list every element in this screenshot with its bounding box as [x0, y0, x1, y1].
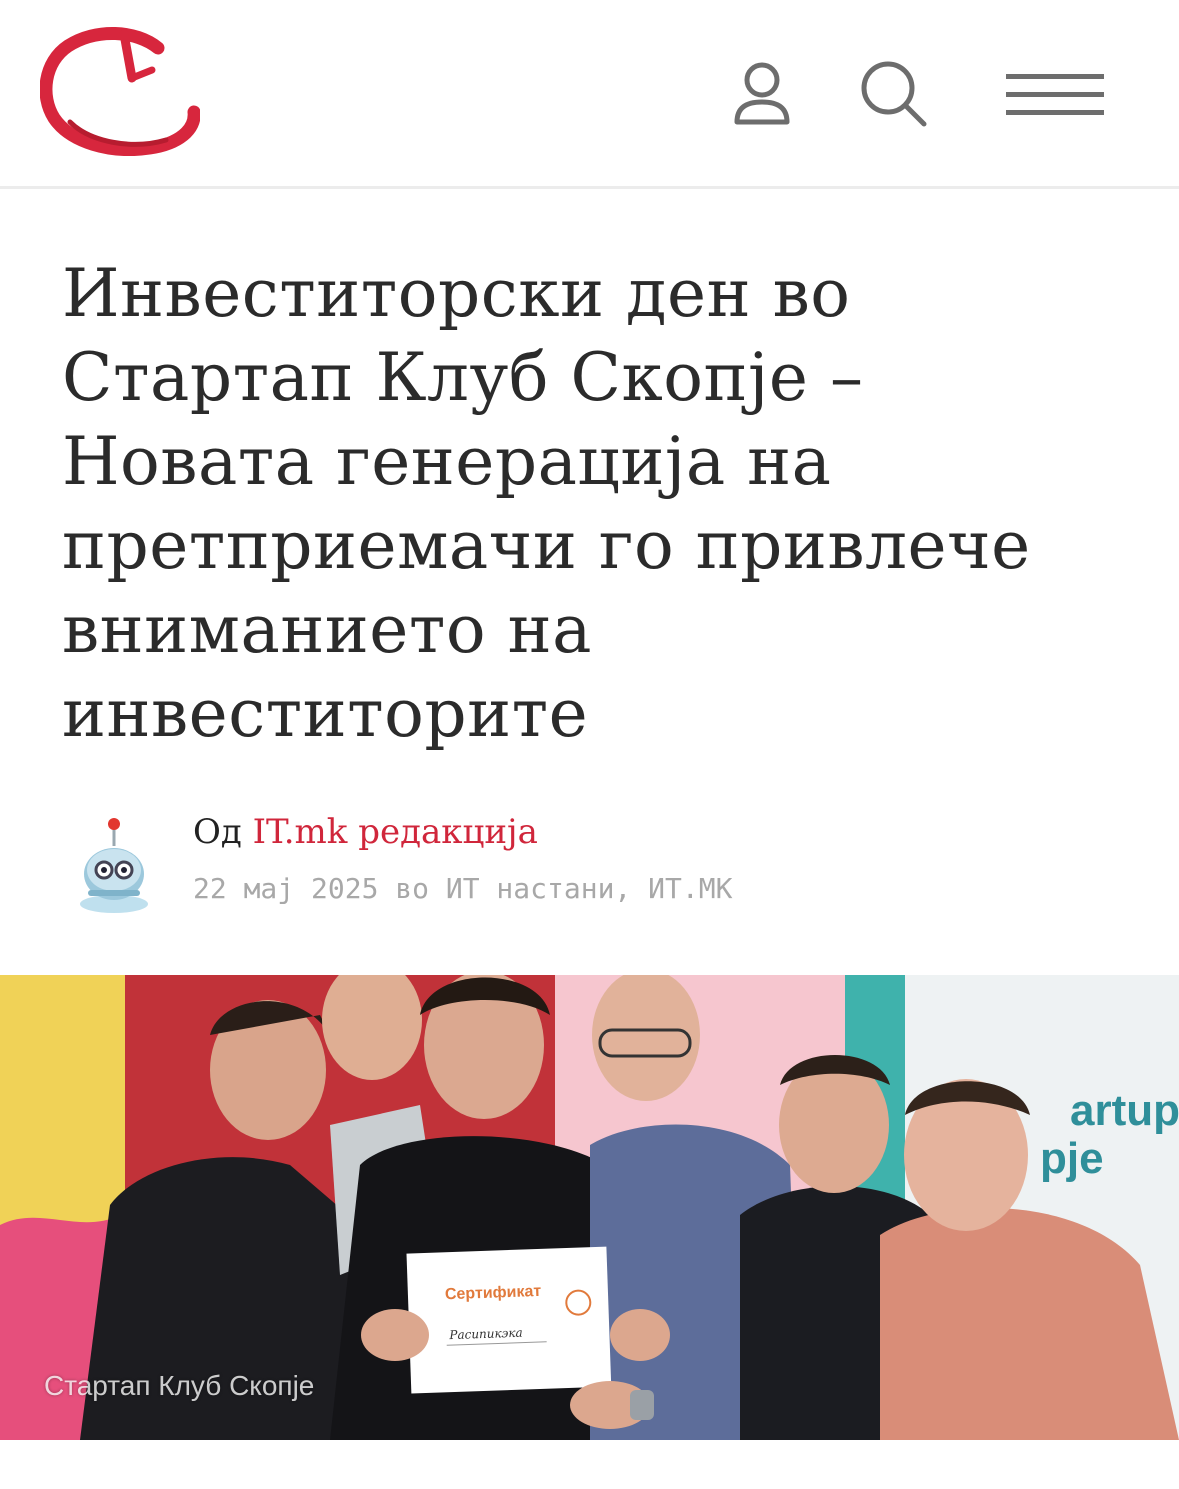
sign-text: pje — [1040, 1134, 1104, 1183]
image-caption: Стартап Клуб Скопје — [44, 1370, 315, 1401]
hamburger-menu-icon[interactable] — [1004, 70, 1106, 120]
article-title-line: Инвеститорски ден во — [62, 255, 851, 332]
user-icon[interactable] — [728, 58, 796, 130]
certificate-title: Сертификат — [445, 1283, 542, 1303]
search-icon[interactable] — [858, 58, 930, 130]
article-title-line: претприемачи го привлече — [62, 507, 1031, 584]
article-title-line: Стартап Клуб Скопје – — [62, 339, 864, 416]
article-title: Инвеститорски ден во Стартап Клуб Скопје… — [62, 252, 1122, 756]
article-featured-image: artup Cl pje Сертификат Ра — [0, 975, 1179, 1440]
certificate-name: Расипикэка — [448, 1326, 523, 1343]
certificate: Сертификат Расипикэка — [406, 1246, 612, 1394]
article-title-line: вниманието на — [62, 591, 592, 668]
robot-avatar-icon — [80, 818, 148, 913]
sign-text: artup Cl — [1070, 1086, 1179, 1135]
author-link[interactable]: IT.mk редакција — [253, 812, 538, 852]
site-header — [0, 0, 1179, 189]
article-byline: Од IT.mk редакција — [193, 812, 538, 852]
article-title-line: Новата генерација на — [62, 423, 832, 500]
article-title-line: инвеститорите — [62, 675, 589, 752]
byline-prefix: Од — [193, 812, 242, 852]
author-avatar[interactable] — [70, 812, 160, 922]
article-meta: 22 мај 2025 во ИТ настани, ИТ.МК — [193, 872, 733, 905]
site-logo[interactable] — [39, 26, 201, 157]
itmk-clock-logo-icon — [39, 26, 201, 157]
